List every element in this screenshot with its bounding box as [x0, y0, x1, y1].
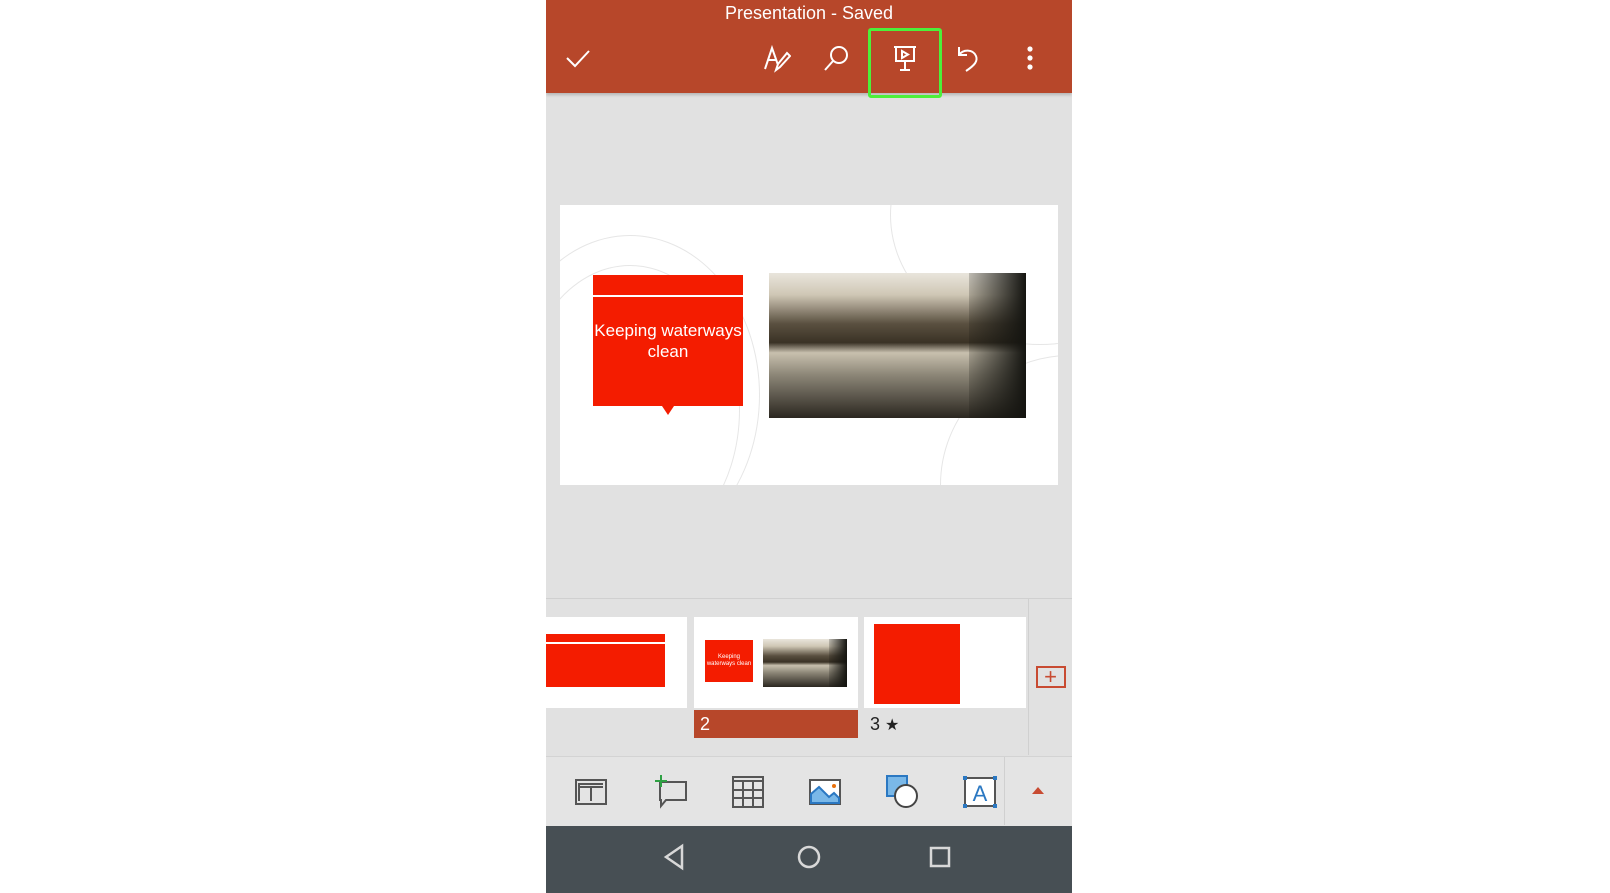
- callout-tail: [662, 406, 674, 415]
- river-photo[interactable]: [769, 273, 1026, 418]
- shapes-icon[interactable]: [884, 774, 920, 810]
- slide-canvas[interactable]: Keeping waterways clean: [560, 205, 1058, 485]
- slide-number-2: 2: [694, 710, 858, 738]
- thumb-callout-text: Keeping waterways clean: [705, 640, 753, 682]
- textbox-icon[interactable]: A: [962, 774, 998, 810]
- new-comment-icon[interactable]: [652, 774, 688, 810]
- checkmark-icon[interactable]: [560, 40, 596, 76]
- layout-icon[interactable]: [573, 774, 609, 810]
- search-icon[interactable]: [818, 40, 854, 76]
- callout-band: [593, 295, 743, 297]
- toolbar-divider: [1004, 757, 1005, 825]
- slide-thumbnail-2[interactable]: Keeping waterways clean: [694, 617, 858, 708]
- slide-thumbnail-1[interactable]: [546, 617, 687, 708]
- expand-up-icon[interactable]: [1032, 787, 1044, 794]
- recents-icon[interactable]: [925, 842, 955, 872]
- slide-thumbnail-3[interactable]: [864, 617, 1026, 708]
- textbox-letter: A: [973, 781, 988, 806]
- callout-text: Keeping waterways clean: [594, 321, 742, 361]
- thumb-red-square: [874, 624, 960, 704]
- app-header: Presentation - Saved: [546, 0, 1072, 98]
- slide-thumbnail-strip: Keeping waterways clean 2 3 ★ +: [546, 598, 1072, 756]
- animation-star-icon: ★: [885, 717, 900, 734]
- add-slide-button[interactable]: +: [1028, 599, 1072, 755]
- highlight-box: [868, 28, 942, 98]
- slide-number-3-text: 3: [870, 714, 881, 734]
- android-nav-bar: [546, 826, 1072, 893]
- draw-pen-icon[interactable]: [758, 40, 794, 76]
- thumb-callout: [546, 634, 665, 687]
- document-title: Presentation - Saved: [724, 3, 894, 23]
- title-callout[interactable]: Keeping waterways clean: [593, 275, 743, 415]
- undo-icon[interactable]: [950, 40, 986, 76]
- table-icon[interactable]: [730, 774, 766, 810]
- phone-screen: Presentation - Saved Keeping waterways c…: [546, 0, 1072, 893]
- plus-icon: +: [1035, 666, 1066, 688]
- slide-number-3: 3 ★: [864, 710, 944, 738]
- insert-toolbar: A: [546, 756, 1072, 826]
- back-icon[interactable]: [660, 842, 690, 872]
- thumb-photo: [763, 639, 847, 687]
- home-icon[interactable]: [794, 842, 824, 872]
- picture-icon[interactable]: [807, 774, 843, 810]
- more-vertical-icon[interactable]: [1012, 40, 1048, 76]
